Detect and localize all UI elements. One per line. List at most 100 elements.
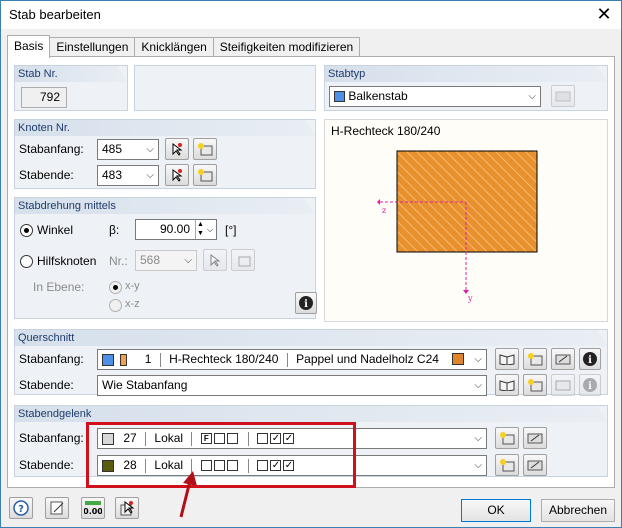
svg-text:i: i [304,299,308,310]
chevron-down-icon: ⌵ [146,144,154,155]
hilfsknoten-new-button[interactable] [231,249,255,271]
winkel-label: Winkel [37,223,74,237]
beta-dropdown[interactable]: ⌵ [207,220,217,239]
close-icon[interactable]: ✕ [593,4,615,26]
gelenk-start-label: Stabanfang: [19,431,84,445]
new-item-icon [238,256,251,267]
edit-icon [555,354,571,365]
hilfsknoten-select[interactable]: 568 ⌵ [135,250,197,271]
units-button[interactable]: 0.00 [81,497,105,519]
angle-unit: [°] [225,223,237,237]
xy-label: x-y [125,280,140,292]
chevron-down-icon: ⌵ [474,380,482,391]
querschnitt-new-button[interactable] [523,348,547,370]
querschnitt-header: Querschnitt [15,330,607,346]
stab-nr-field: 792 [21,87,67,108]
tab-basis[interactable]: Basis [7,35,51,58]
tab-knicklaengen[interactable]: Knicklängen [134,37,214,57]
gelenk-end-edit-button[interactable] [523,454,547,476]
gelenk-end-new-button[interactable] [495,454,519,476]
querschnitt-info-button[interactable]: i [579,348,601,370]
new-item-icon [500,459,515,472]
winkel-radio[interactable] [20,224,33,237]
knoten-start-select[interactable]: 485 ⌵ [97,139,159,160]
new-item-icon [528,379,543,392]
help-icon: ? [13,500,29,516]
pick-cursor-icon [210,254,221,267]
svg-text:i: i [588,381,592,392]
knoten-end-new-button[interactable] [193,164,217,186]
hilfsknoten-radio[interactable] [20,255,33,268]
info-icon: i [299,296,313,310]
querschnitt-library-button[interactable] [495,348,519,370]
querschnitt-end-library-button[interactable] [495,374,519,396]
querschnitt-start-num: 1 [144,352,152,366]
querschnitt-edit-button[interactable] [551,348,575,370]
edit-icon [555,380,571,391]
knoten-end-pick-button[interactable] [165,164,189,186]
gelenk-start-new-button[interactable] [495,427,519,449]
querschnitt-end-new-button[interactable] [523,374,547,396]
material-swatch [452,353,464,365]
knoten-end-value: 483 [102,168,123,182]
edit-icon [527,433,543,444]
xy-radio[interactable] [109,281,122,294]
drehung-group: Stabdrehung mittels Winkel β: 90.00 ▲ ▼ ⌵… [14,197,317,319]
querschnitt-color-a [102,353,114,366]
section-drawing: z y [377,150,538,303]
stabtyp-edit-button[interactable] [551,85,575,107]
knoten-end-label: Stabende: [19,168,74,182]
pick-cursor-icon [172,143,183,156]
book-icon [499,380,515,391]
svg-text:i: i [588,355,592,366]
new-item-icon [198,169,213,182]
beta-value: 90.00 [159,222,190,236]
knoten-start-pick-button[interactable] [165,138,189,160]
knoten-start-value: 485 [102,142,123,156]
querschnitt-end-info-button[interactable]: i [579,374,601,396]
knoten-start-label: Stabanfang: [19,142,84,156]
xz-radio[interactable] [109,299,122,312]
highlight-box [86,422,356,488]
new-item-icon [528,353,543,366]
edit-icon [555,91,571,102]
querschnitt-end-edit-button[interactable] [551,374,575,396]
stabtyp-swatch [334,91,345,103]
help-button[interactable]: ? [9,497,33,519]
hilfsknoten-pick-button[interactable] [203,249,227,271]
querschnitt-end-select[interactable]: Wie Stabanfang ⌵ [97,375,487,396]
chevron-down-icon: ⌵ [474,460,482,471]
gelenk-start-edit-button[interactable] [523,427,547,449]
hilfsknoten-label: Hilfsknoten [37,254,97,268]
notes-button[interactable] [45,497,69,519]
knoten-start-new-button[interactable] [193,138,217,160]
querschnitt-start-select[interactable]: 1 H-Rechteck 180/240 Pappel und Nadelhol… [97,349,487,370]
tab-einstellungen[interactable]: Einstellungen [49,37,136,57]
chevron-down-icon: ⌵ [528,91,536,102]
separator [159,352,161,367]
y-axis-label: y [467,294,473,303]
new-item-icon [500,432,515,445]
info-button[interactable]: i [295,292,317,314]
beta-spinner[interactable]: ▲ ▼ [195,220,205,239]
new-item-icon [198,143,213,156]
tab-bar: Basis Einstellungen Knicklängen Steifigk… [7,35,361,58]
tab-steifigkeiten[interactable]: Steifigkeiten modifizieren [212,37,361,57]
book-icon [499,354,515,365]
gelenk-end-label: Stabende: [19,458,74,472]
stabtyp-value: Balkenstab [348,89,408,103]
stab-nr-header: Stab Nr. [15,66,127,82]
cancel-button[interactable]: Abbrechen [541,499,615,522]
chevron-down-icon: ⌵ [146,170,154,181]
ok-button[interactable]: OK [461,499,531,522]
pick-cursor-icon [120,501,135,516]
pick-button[interactable] [115,497,139,519]
drehung-header: Stabdrehung mittels [15,198,315,214]
edit-icon [527,460,543,471]
decimal-icon: 0.00 [84,501,102,516]
stabtyp-select[interactable]: Balkenstab ⌵ [329,86,541,107]
knoten-group: Knoten Nr. Stabanfang: 485 ⌵ Stabende: 4… [14,119,316,189]
stabtyp-header: Stabtyp [325,66,607,82]
knoten-end-select[interactable]: 483 ⌵ [97,165,159,186]
querschnitt-color-b [120,353,128,366]
